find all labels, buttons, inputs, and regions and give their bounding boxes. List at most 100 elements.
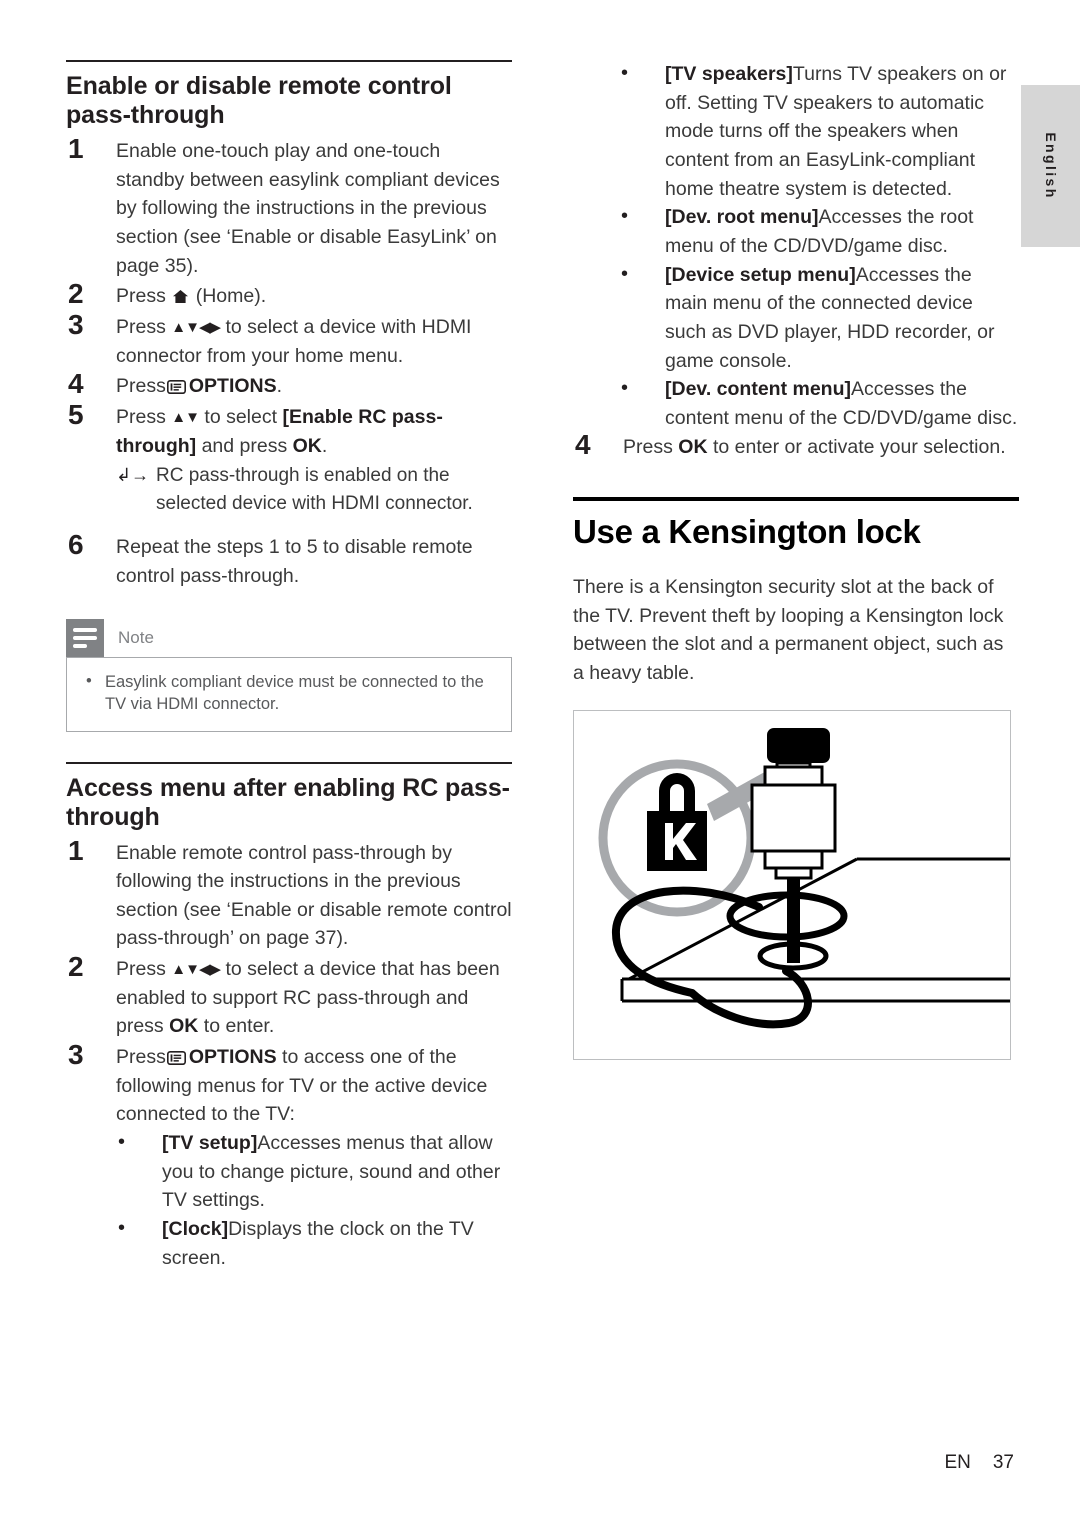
step-text-after: (Home). bbox=[195, 285, 267, 308]
step-text-before: Press bbox=[116, 405, 166, 428]
step-number: 5 bbox=[68, 398, 84, 430]
step-item: 2 Press ▲▼◀▶ to select a device that has… bbox=[66, 951, 512, 1041]
step-item: 2 Press (Home). bbox=[66, 278, 512, 311]
bullet-dot-icon: • bbox=[118, 1131, 126, 1154]
step-number: 6 bbox=[68, 529, 84, 561]
bullet-dot-icon: • bbox=[86, 671, 92, 690]
language-tab-label: English bbox=[1042, 132, 1059, 200]
step-text: Press ▲▼◀▶ to select a device that has b… bbox=[116, 955, 512, 1041]
step-text: Press OK to enter or activate your selec… bbox=[623, 433, 1019, 462]
step-result-text: RC pass-through is enabled on the select… bbox=[156, 465, 473, 514]
menu-option-label: [TV setup] bbox=[162, 1132, 258, 1155]
section-heading-access-menu: Access menu after enabling RC pass-throu… bbox=[66, 773, 510, 831]
step-item: 1 Enable remote control pass-through by … bbox=[66, 834, 512, 954]
steps-enable-rc-passthrough: 1 Enable one-touch play and one-touch st… bbox=[66, 133, 512, 591]
steps-access-menu: 1 Enable remote control pass-through by … bbox=[66, 834, 512, 1273]
step-bold-label-ok: OK bbox=[169, 1015, 199, 1038]
list-item: • [Dev. content menu]Accesses the conten… bbox=[573, 375, 1019, 432]
navigation-keys-icon: ▲▼◀▶ bbox=[171, 961, 221, 979]
step-text-before: Press bbox=[116, 958, 166, 981]
step-item: 4 Press OK to enter or activate your sel… bbox=[573, 428, 1019, 462]
navigation-keys-icon: ▲▼◀▶ bbox=[171, 318, 221, 336]
step-text-after: . bbox=[276, 375, 283, 398]
note-item-text: Easylink compliant device must be connec… bbox=[105, 672, 484, 713]
menu-option-label: [Device setup menu] bbox=[665, 263, 856, 286]
page-title-kensington-lock: Use a Kensington lock bbox=[573, 513, 921, 551]
footer-locale: EN bbox=[944, 1452, 971, 1473]
bullet-dot-icon: • bbox=[118, 1217, 126, 1240]
step-text-before: Press bbox=[623, 435, 673, 458]
step-text-after: to select a device with HDMI connector f… bbox=[116, 315, 472, 367]
options-icon bbox=[166, 1051, 186, 1066]
step-item: 5 Press ▲▼ to select [Enable RC pass-thr… bbox=[66, 398, 512, 517]
step-number: 1 bbox=[68, 834, 84, 866]
step-text: Enable one-touch play and one-touch stan… bbox=[116, 140, 500, 277]
step-text-after: to enter or activate your selection. bbox=[712, 435, 1006, 458]
step-number: 3 bbox=[68, 308, 84, 340]
note-body: • Easylink compliant device must be conn… bbox=[66, 656, 512, 732]
steps-access-menu-continued: 4 Press OK to enter or activate your sel… bbox=[573, 428, 1019, 462]
main-heading-rule bbox=[573, 497, 1019, 502]
list-item: • [Dev. root menu]Accesses the root menu… bbox=[573, 203, 1019, 260]
menu-option-label: [Dev. root menu] bbox=[665, 206, 819, 229]
kensington-lock-illustration bbox=[573, 709, 1011, 1060]
section-heading-enable-rc-passthrough: Enable or disable remote control pass-th… bbox=[66, 72, 452, 129]
step-text: Repeat the steps 1 to 5 to disable remot… bbox=[116, 536, 473, 587]
menu-option-label: [Clock] bbox=[162, 1218, 229, 1241]
step-text-mid2: and press bbox=[201, 434, 288, 457]
step-result-note: ↲→ RC pass-through is enabled on the sel… bbox=[116, 462, 512, 517]
document-page: English Enable or disable remote control… bbox=[0, 0, 1080, 1527]
list-item: • [Device setup menu]Accesses the main m… bbox=[573, 261, 1019, 376]
page-footer: EN 37 bbox=[0, 1452, 1080, 1474]
note-box: Note • Easylink compliant device must be… bbox=[66, 618, 512, 732]
note-header: Note bbox=[66, 618, 512, 657]
footer-page-number: 37 bbox=[992, 1452, 1014, 1473]
step-number: 2 bbox=[68, 951, 84, 983]
arrow-right-icon: ↲→ bbox=[116, 465, 150, 486]
step-text: Press (Home). bbox=[116, 282, 512, 311]
note-icon bbox=[66, 618, 104, 657]
step-item: 1 Enable one-touch play and one-touch st… bbox=[66, 133, 512, 280]
step-text-after: to enter. bbox=[203, 1015, 275, 1038]
step-bold-label: OPTIONS bbox=[188, 1046, 277, 1069]
step-item: 3 Press OPTIONS to access one of the fol… bbox=[66, 1039, 512, 1272]
step-number: 1 bbox=[68, 133, 84, 164]
note-title: Note bbox=[118, 627, 154, 647]
step-number: 2 bbox=[68, 278, 84, 310]
step-bold-label-ok: OK bbox=[292, 434, 322, 457]
list-item: • [TV speakers]Turns TV speakers on or o… bbox=[573, 60, 1019, 203]
options-icon bbox=[166, 380, 186, 395]
step-text-after: . bbox=[321, 434, 328, 457]
bullet-dot-icon: • bbox=[621, 205, 629, 228]
navigation-keys-icon: ▲▼ bbox=[171, 408, 200, 426]
step-text: Press ▲▼ to select [Enable RC pass-throu… bbox=[116, 403, 512, 460]
step-item: 4 Press OPTIONS. bbox=[66, 368, 512, 401]
note-list-item: • Easylink compliant device must be conn… bbox=[83, 672, 495, 716]
step-bold-label: OPTIONS bbox=[188, 375, 277, 398]
menu-option-label: [TV speakers] bbox=[665, 63, 793, 85]
language-tab: English bbox=[1021, 85, 1080, 247]
step-text-before: Press bbox=[116, 375, 166, 398]
step-item: 6 Repeat the steps 1 to 5 to disable rem… bbox=[66, 529, 512, 590]
step-number: 4 bbox=[575, 428, 591, 460]
options-menu-bullets-continued: • [TV speakers]Turns TV speakers on or o… bbox=[573, 60, 1019, 433]
step-text: Press OPTIONS. bbox=[116, 372, 512, 401]
kensington-paragraph: There is a Kensington security slot at t… bbox=[573, 576, 1004, 685]
list-item: • [TV setup]Accesses menus that allow yo… bbox=[116, 1129, 512, 1215]
step-text: Enable remote control pass-through by fo… bbox=[116, 841, 512, 950]
step-text-mid: to select bbox=[204, 405, 278, 428]
step-text-before: Press bbox=[116, 285, 166, 308]
right-column: • [TV speakers]Turns TV speakers on or o… bbox=[573, 60, 1019, 1060]
step-number: 4 bbox=[68, 368, 84, 400]
bullet-dot-icon: • bbox=[621, 262, 629, 285]
menu-option-label: [Dev. content menu] bbox=[665, 378, 851, 401]
left-column: Enable or disable remote control pass-th… bbox=[66, 60, 512, 1274]
step-item: 3 Press ▲▼◀▶ to select a device with HDM… bbox=[66, 308, 512, 370]
list-item: • [Clock]Displays the clock on the TV sc… bbox=[116, 1215, 512, 1272]
step-text: Press OPTIONS to access one of the follo… bbox=[116, 1043, 512, 1129]
note-list: • Easylink compliant device must be conn… bbox=[83, 672, 495, 716]
options-menu-bullets: • [TV setup]Accesses menus that allow yo… bbox=[116, 1129, 512, 1272]
step-text: Press ▲▼◀▶ to select a device with HDMI … bbox=[116, 313, 512, 370]
heading-rule bbox=[66, 60, 512, 62]
heading-rule bbox=[66, 761, 512, 764]
